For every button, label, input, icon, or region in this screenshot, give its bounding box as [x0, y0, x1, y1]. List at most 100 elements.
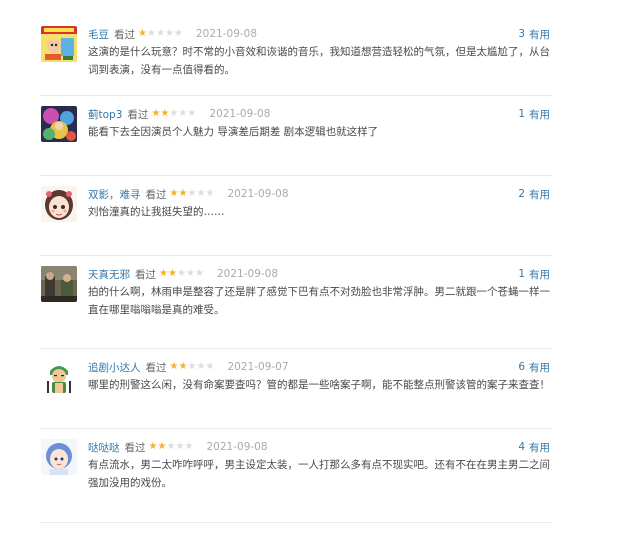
comment-meta: 蓟top3 看过 ★ ★ ★ ★ ★ 2021-09-08	[88, 106, 270, 122]
star-empty-icon: ★	[196, 188, 206, 199]
avatar[interactable]	[41, 266, 77, 302]
comment-date: 2021-09-08	[206, 441, 268, 453]
star-empty-icon: ★	[147, 28, 156, 39]
comment-text: 拍的什么啊，林雨申是整容了还是胖了感觉下巴有点不对劲脸也非常浮肿。男二就跟一个苍…	[88, 286, 550, 316]
comment-meta: 追剧小达人 看过 ★ ★ ★ ★ ★ 2021-09-07	[88, 359, 289, 375]
rating-stars: ★ ★ ★ ★ ★	[151, 109, 196, 119]
star-empty-icon: ★	[175, 441, 185, 452]
star-filled-icon: ★	[151, 108, 161, 119]
comment-date: 2021-09-07	[227, 361, 289, 373]
comic-cover-avatar-icon	[41, 26, 77, 62]
watch-status: 看过	[124, 441, 146, 454]
rating-stars: ★ ★ ★ ★ ★	[170, 362, 215, 372]
avatar[interactable]	[41, 106, 77, 142]
star-empty-icon: ★	[178, 108, 188, 119]
vote-count: 2	[518, 188, 525, 200]
comment-item: 追剧小达人 看过 ★ ★ ★ ★ ★ 2021-09-07 6 有用 哪里的刑警这么闲，…	[40, 349, 552, 429]
vote-useful-button[interactable]: 6 有用	[518, 359, 550, 375]
comment-text: 有点流水，男二太咋咋呼呼，男主设定太装，一人打那么多有点不现实吧。还有不在在男主…	[88, 459, 550, 489]
comment-item: 哒哒哒 看过 ★ ★ ★ ★ ★ 2021-09-08 4 有用 有点流水，男二太咋咋呼…	[40, 429, 552, 523]
star-empty-icon: ★	[169, 108, 179, 119]
star-empty-icon: ★	[205, 188, 215, 199]
rating-stars: ★ ★ ★ ★ ★	[149, 442, 194, 452]
comment-item: 双影，难寻 看过 ★ ★ ★ ★ ★ 2021-09-08 2 有用 刘怡潼真的让我挺失…	[40, 176, 552, 256]
comment-item: 天真无邪 看过 ★ ★ ★ ★ ★ 2021-09-08 1 有用 拍的什么啊，林雨申是…	[40, 256, 552, 349]
vote-label[interactable]: 有用	[529, 267, 550, 282]
comment-meta: 天真无邪 看过 ★ ★ ★ ★ ★ 2021-09-08	[88, 266, 278, 282]
star-empty-icon: ★	[184, 441, 194, 452]
username-link[interactable]: 哒哒哒	[88, 440, 120, 455]
avatar[interactable]	[41, 439, 77, 475]
comment-date: 2021-09-08	[217, 268, 279, 280]
vote-label[interactable]: 有用	[529, 27, 550, 42]
star-filled-icon: ★	[178, 188, 188, 199]
star-empty-icon: ★	[165, 28, 174, 39]
comment-date: 2021-09-08	[209, 108, 271, 120]
watch-status: 看过	[127, 108, 149, 121]
username-link[interactable]: 追剧小达人	[88, 360, 141, 375]
vote-useful-button[interactable]: 1 有用	[518, 266, 550, 282]
vote-count: 4	[518, 441, 525, 453]
green-hair-swordsman-avatar-icon	[41, 359, 77, 395]
vote-count: 1	[518, 108, 525, 120]
vote-label[interactable]: 有用	[529, 107, 550, 122]
comment-text: 能看下去全因演员个人魅力 导演差后期差 剧本逻辑也就这样了	[88, 126, 379, 138]
comment-meta: 毛豆 看过 ★ ★ ★ ★ ★ 2021-09-08	[88, 26, 257, 42]
username-link[interactable]: 蓟top3	[88, 107, 122, 122]
star-filled-icon: ★	[157, 441, 167, 452]
comment-meta: 双影，难寻 看过 ★ ★ ★ ★ ★ 2021-09-08	[88, 186, 289, 202]
star-filled-icon: ★	[169, 361, 179, 372]
star-empty-icon: ★	[187, 188, 197, 199]
username-link[interactable]: 天真无邪	[88, 267, 130, 282]
star-filled-icon: ★	[159, 268, 168, 279]
star-empty-icon: ★	[156, 28, 165, 39]
vote-useful-button[interactable]: 3 有用	[518, 26, 550, 42]
star-empty-icon: ★	[205, 361, 215, 372]
watch-status: 看过	[145, 188, 167, 201]
colorful-photo-avatar-icon	[41, 106, 77, 142]
vote-label[interactable]: 有用	[529, 360, 550, 375]
star-empty-icon: ★	[166, 441, 176, 452]
star-filled-icon: ★	[178, 361, 188, 372]
comment-text: 这演的是什么玩意？时不常的小音效和诙谐的音乐，我知道想营造轻松的气氛，但是太尴尬…	[88, 46, 550, 76]
rating-stars: ★ ★ ★ ★ ★	[170, 189, 215, 199]
blue-hair-girl-avatar-icon	[41, 439, 77, 475]
movie-still-avatar-icon	[41, 266, 77, 302]
star-empty-icon: ★	[187, 108, 197, 119]
username-link[interactable]: 双影，难寻	[88, 187, 141, 202]
comment-item: 毛豆 看过 ★ ★ ★ ★ ★ 2021-09-08 3 有用 这演的是什么玩意？时不常…	[40, 16, 552, 96]
username-link[interactable]: 毛豆	[88, 27, 109, 42]
watch-status: 看过	[135, 268, 156, 281]
comment-text: 哪里的刑警这么闲，没有命案要查吗？管的都是一些啥案子啊，能不能整点刑警该管的案子…	[88, 379, 550, 391]
vote-label[interactable]: 有用	[529, 187, 550, 202]
avatar[interactable]	[41, 26, 77, 62]
star-empty-icon: ★	[187, 361, 197, 372]
comment-date: 2021-09-08	[196, 28, 258, 40]
star-empty-icon: ★	[195, 268, 204, 279]
star-filled-icon: ★	[168, 268, 177, 279]
comment-text: 刘怡潼真的让我挺失望的……	[88, 206, 225, 218]
watch-status: 看过	[114, 28, 135, 41]
vote-count: 3	[518, 28, 525, 40]
vote-useful-button[interactable]: 2 有用	[518, 186, 550, 202]
vote-count: 6	[518, 361, 525, 373]
star-filled-icon: ★	[169, 188, 179, 199]
vote-useful-button[interactable]: 4 有用	[518, 439, 550, 455]
rating-stars: ★ ★ ★ ★ ★	[159, 269, 204, 279]
star-empty-icon: ★	[174, 28, 183, 39]
avatar[interactable]	[41, 359, 77, 395]
vote-useful-button[interactable]: 1 有用	[518, 106, 550, 122]
star-empty-icon: ★	[196, 361, 206, 372]
star-empty-icon: ★	[186, 268, 195, 279]
avatar[interactable]	[41, 186, 77, 222]
watch-status: 看过	[145, 361, 167, 374]
comment-item: 蓟top3 看过 ★ ★ ★ ★ ★ 2021-09-08 1 有用 能看下去全因演员个…	[40, 96, 552, 176]
comment-list: 毛豆 看过 ★ ★ ★ ★ ★ 2021-09-08 3 有用 这演的是什么玩意？时不常…	[40, 16, 552, 523]
vote-label[interactable]: 有用	[529, 440, 550, 455]
comment-meta: 哒哒哒 看过 ★ ★ ★ ★ ★ 2021-09-08	[88, 439, 268, 455]
star-empty-icon: ★	[177, 268, 186, 279]
vote-count: 1	[518, 268, 525, 280]
comment-date: 2021-09-08	[227, 188, 289, 200]
anime-girl-avatar-icon	[41, 186, 77, 222]
star-filled-icon: ★	[160, 108, 170, 119]
